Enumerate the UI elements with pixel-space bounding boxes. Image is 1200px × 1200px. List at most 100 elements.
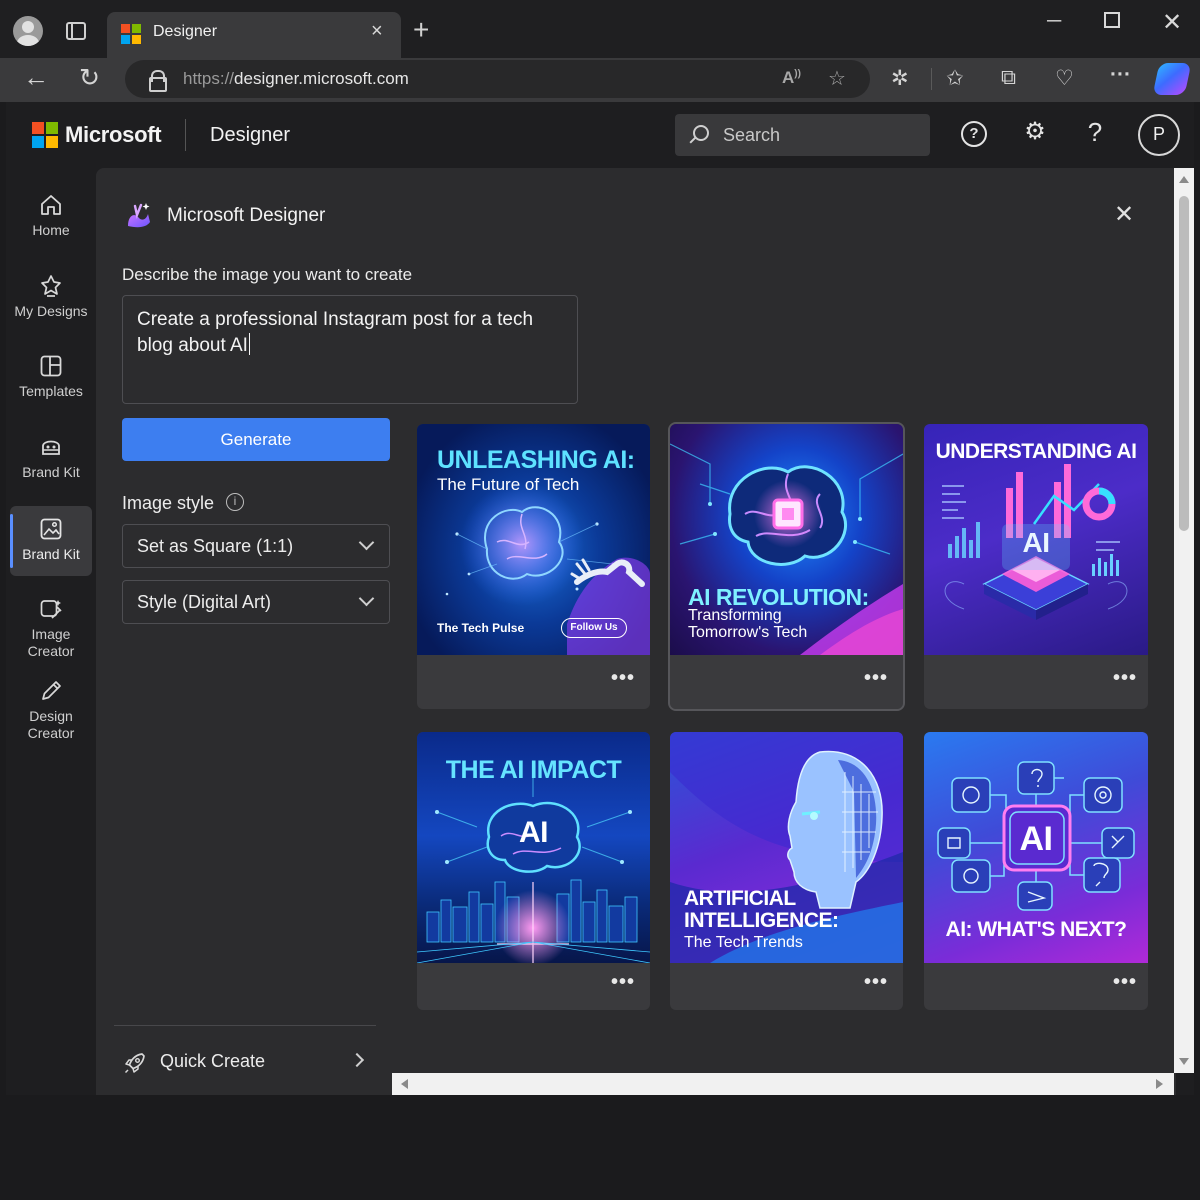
- profile-icon[interactable]: [13, 16, 43, 46]
- design-subheadline: The Future of Tech: [437, 475, 580, 494]
- collections-icon[interactable]: ⧉: [1001, 66, 1016, 90]
- design-card[interactable]: THE AI IMPACT AI •••: [417, 732, 650, 1010]
- design-preview-understanding-ai[interactable]: UNDERSTANDING AI AI: [924, 424, 1148, 655]
- rail-item-image-creator[interactable]: Image Creator: [10, 586, 92, 664]
- close-window-icon[interactable]: ✕: [1162, 8, 1182, 37]
- scroll-right-arrow-icon[interactable]: [1156, 1079, 1163, 1089]
- help-circle-icon[interactable]: ?: [961, 121, 987, 147]
- more-options-icon[interactable]: •••: [1113, 972, 1137, 992]
- search-input[interactable]: Search: [723, 125, 780, 146]
- design-card[interactable]: AI AI: WHAT'S NEXT? •••: [924, 732, 1148, 1010]
- refresh-icon[interactable]: ↻: [79, 63, 100, 93]
- design-ai-badge: AI: [519, 816, 549, 849]
- rail-item-brand-kit-active[interactable]: Brand Kit: [10, 506, 92, 576]
- left-rail: Home My Designs Templates Brand Kit Bran…: [6, 168, 96, 1095]
- product-name[interactable]: Designer: [210, 124, 290, 147]
- rail-item-templates[interactable]: Templates: [10, 343, 92, 413]
- more-options-icon[interactable]: •••: [864, 668, 888, 688]
- design-headline: UNLEASHING AI:: [437, 446, 635, 474]
- maximize-icon[interactable]: [1104, 12, 1120, 28]
- rail-item-brand-kit[interactable]: Brand Kit: [10, 424, 92, 494]
- browser-tab-bar: Designer × + ─ ✕: [0, 0, 1200, 58]
- size-dropdown[interactable]: Set as Square (1:1): [122, 524, 390, 568]
- more-options-icon[interactable]: •••: [611, 668, 635, 688]
- prompt-textarea[interactable]: Create a professional Instagram post for…: [122, 295, 578, 404]
- url-text[interactable]: https://designer.microsoft.com: [183, 69, 409, 89]
- back-icon[interactable]: ←: [23, 62, 49, 93]
- style-dropdown[interactable]: Style (Digital Art): [122, 580, 390, 624]
- design-card[interactable]: UNDERSTANDING AI AI •••: [924, 424, 1148, 709]
- browser-essentials-icon[interactable]: ♡: [1055, 66, 1074, 91]
- design-preview-ai-whats-next[interactable]: AI AI: WHAT'S NEXT?: [924, 732, 1148, 963]
- quick-create-label: Quick Create: [160, 1051, 266, 1071]
- scroll-left-arrow-icon[interactable]: [401, 1079, 408, 1089]
- design-preview-ai-impact[interactable]: THE AI IMPACT AI: [417, 732, 650, 963]
- generate-button[interactable]: Generate: [122, 418, 390, 461]
- toolbar-divider: [931, 68, 932, 90]
- rail-item-design-creator[interactable]: Design Creator: [10, 668, 92, 746]
- microsoft-logo-icon[interactable]: [32, 122, 58, 148]
- panel-title: Microsoft Designer: [167, 205, 326, 226]
- design-card[interactable]: ARTIFICIAL INTELLIGENCE: The Tech Trends…: [670, 732, 903, 1010]
- lock-icon[interactable]: [149, 70, 167, 92]
- rail-item-my-designs[interactable]: My Designs: [10, 263, 92, 333]
- designer-logo-icon: [128, 203, 150, 228]
- design-preview-ai-revolution[interactable]: AI REVOLUTION: Transforming Tomorrow's T…: [670, 424, 903, 655]
- scroll-up-arrow-icon[interactable]: [1179, 176, 1189, 183]
- design-preview-artificial-intelligence[interactable]: ARTIFICIAL INTELLIGENCE: The Tech Trends: [670, 732, 903, 963]
- read-aloud-icon[interactable]: A)): [782, 68, 801, 88]
- design-ai-badge: AI: [1022, 527, 1051, 558]
- settings-gear-icon[interactable]: ⚙: [1022, 120, 1048, 147]
- vertical-scroll-thumb[interactable]: [1179, 196, 1189, 531]
- prompt-text: Create a professional Instagram post for…: [137, 309, 534, 356]
- brand-name[interactable]: Microsoft: [65, 122, 162, 148]
- design-headline: THE AI IMPACT: [445, 756, 622, 784]
- favorite-icon[interactable]: ☆: [828, 66, 846, 91]
- pencil-icon: [42, 681, 61, 700]
- search-box[interactable]: Search: [675, 114, 930, 156]
- brand-kit-icon: [42, 440, 60, 455]
- home-icon: [41, 195, 61, 215]
- rail-item-home[interactable]: Home: [10, 182, 92, 252]
- address-bar[interactable]: https://designer.microsoft.com A)) ☆: [125, 60, 870, 98]
- more-options-icon[interactable]: •••: [1113, 668, 1137, 688]
- minimize-icon[interactable]: ─: [1047, 10, 1061, 33]
- more-options-icon[interactable]: •••: [864, 972, 888, 992]
- close-tab-icon[interactable]: ×: [371, 20, 383, 43]
- rail-label: Brand Kit: [22, 546, 80, 562]
- design-subheadline: The Tech Trends: [684, 934, 803, 951]
- help-icon[interactable]: ?: [1082, 119, 1108, 147]
- scroll-down-arrow-icon[interactable]: [1179, 1058, 1189, 1065]
- rail-label: Home: [32, 222, 70, 238]
- vertical-scrollbar[interactable]: [1174, 168, 1194, 1073]
- more-options-icon[interactable]: •••: [611, 972, 635, 992]
- browser-tab[interactable]: Designer ×: [107, 12, 401, 58]
- designer-app: Microsoft Designer Search ? ⚙ ? P Home M…: [6, 102, 1194, 1095]
- avatar[interactable]: P: [1138, 114, 1180, 156]
- info-icon[interactable]: i: [226, 493, 244, 511]
- design-follow-button: Follow Us: [561, 618, 627, 638]
- quick-create-button[interactable]: Quick Create: [122, 1046, 372, 1080]
- image-creator-icon: [40, 600, 62, 619]
- rail-label: My Designs: [14, 303, 88, 319]
- design-footer-text: The Tech Pulse: [437, 621, 525, 635]
- design-subheadline-2: Tomorrow's Tech: [688, 624, 808, 641]
- copilot-icon[interactable]: [1152, 63, 1192, 95]
- close-icon[interactable]: ✕: [1114, 200, 1134, 229]
- design-preview-unleashing-ai[interactable]: UNLEASHING AI: The Future of Tech The Te…: [417, 424, 650, 655]
- header-divider: [185, 119, 186, 151]
- text-caret: [248, 333, 250, 355]
- quick-create-divider: [114, 1025, 376, 1026]
- chevron-right-icon: [349, 1052, 365, 1068]
- design-card-selected[interactable]: AI REVOLUTION: Transforming Tomorrow's T…: [668, 422, 905, 711]
- extensions-icon[interactable]: ✲: [891, 66, 909, 91]
- rail-label: Design Creator: [27, 708, 75, 741]
- new-tab-icon[interactable]: +: [413, 14, 429, 46]
- microsoft-favicon-icon: [121, 24, 141, 44]
- horizontal-scrollbar[interactable]: [392, 1073, 1174, 1095]
- browser-toolbar: ← ↻ https://designer.microsoft.com A)) ☆…: [0, 58, 1200, 102]
- more-icon[interactable]: ···: [1110, 63, 1131, 87]
- tab-actions-icon[interactable]: [66, 22, 86, 40]
- favorites-icon[interactable]: ✩: [946, 66, 964, 91]
- design-card[interactable]: UNLEASHING AI: The Future of Tech The Te…: [417, 424, 650, 709]
